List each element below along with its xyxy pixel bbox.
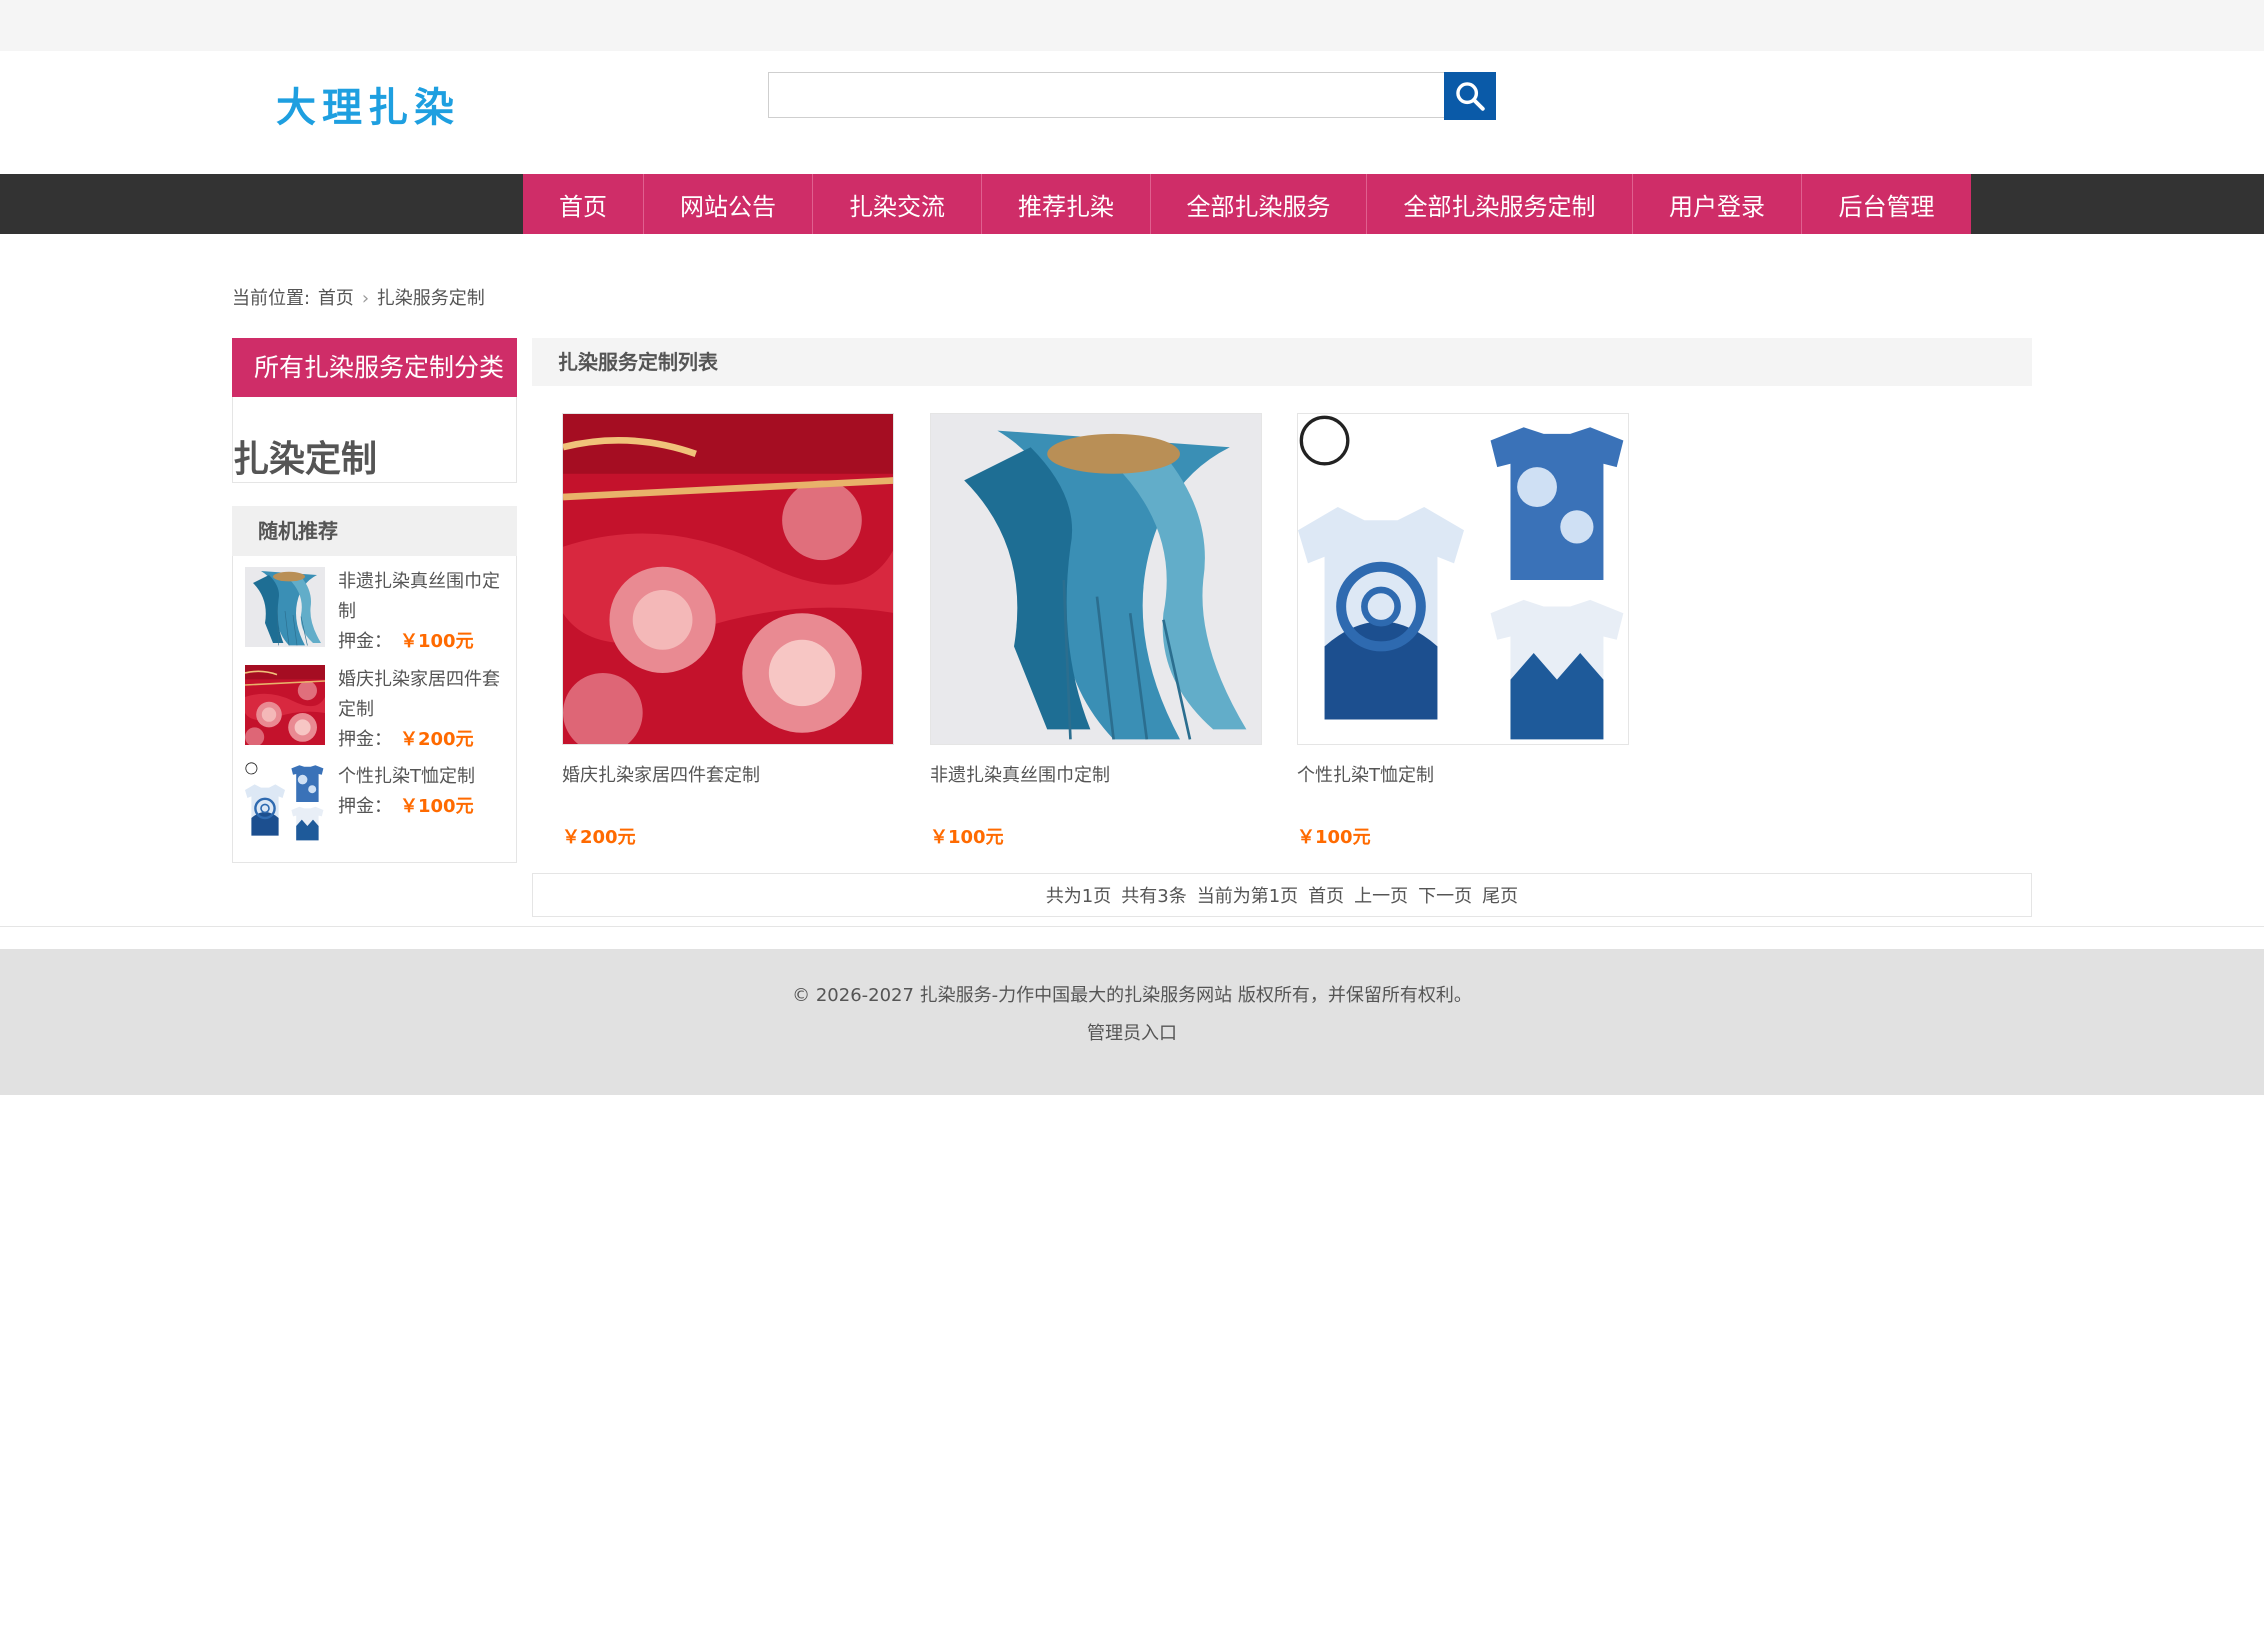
nav-item-recommended[interactable]: 推荐扎染 [982, 174, 1151, 234]
product-price: ￥200元 [562, 827, 636, 848]
search-input[interactable] [768, 72, 1444, 118]
nav-item-exchange[interactable]: 扎染交流 [813, 174, 982, 234]
recommend-thumbnail[interactable] [245, 665, 325, 745]
blue-scarf-image [931, 414, 1262, 745]
recommend-item-name[interactable]: 婚庆扎染家居四件套定制 [338, 665, 508, 725]
pagination-first[interactable]: 首页 [1308, 882, 1344, 908]
pagination-total-items: 共有3条 [1121, 886, 1187, 907]
product-card[interactable]: 个性扎染T恤定制 ￥100元 [1297, 413, 1629, 849]
breadcrumb-current: 扎染服务定制 [376, 288, 485, 309]
recommend-title: 随机推荐 [232, 506, 517, 556]
blue-scarf-image [245, 567, 325, 647]
footer-copyright: © 2026-2027 扎染服务-力作中国最大的扎染服务网站 版权所有，并保留所… [792, 985, 1472, 1006]
product-image[interactable] [930, 413, 1262, 745]
search-icon [1456, 82, 1485, 111]
content-divider [0, 926, 2264, 927]
nav-item-all-services[interactable]: 全部扎染服务 [1151, 174, 1367, 234]
nav-item-announcements[interactable]: 网站公告 [644, 174, 813, 234]
breadcrumb-prefix: 当前位置: [232, 288, 311, 309]
product-name[interactable]: 婚庆扎染家居四件套定制 [562, 761, 894, 787]
recommend-thumbnail[interactable] [245, 567, 325, 647]
pagination-last[interactable]: 尾页 [1482, 882, 1518, 908]
breadcrumb: 当前位置: 首页 › 扎染服务定制 [232, 284, 487, 310]
recommend-item-price: 押金： ￥100元 [338, 796, 474, 817]
recommend-item-price: 押金： ￥100元 [338, 631, 474, 652]
pagination-prev[interactable]: 上一页 [1354, 882, 1408, 908]
product-name[interactable]: 非遗扎染真丝围巾定制 [930, 761, 1262, 787]
recommend-item-name[interactable]: 非遗扎染真丝围巾定制 [338, 567, 508, 627]
pagination-next[interactable]: 下一页 [1418, 882, 1472, 908]
breadcrumb-home[interactable]: 首页 [318, 288, 354, 309]
pagination-current-page: 当前为第1页 [1196, 886, 1299, 907]
top-bar [0, 0, 2264, 51]
product-name[interactable]: 个性扎染T恤定制 [1297, 761, 1629, 787]
tie-dye-tshirts-image [245, 762, 325, 842]
nav-item-all-custom-services[interactable]: 全部扎染服务定制 [1367, 174, 1633, 234]
tie-dye-tshirts-image [1298, 414, 1629, 745]
list-title: 扎染服务定制列表 [532, 338, 2032, 386]
red-bedding-image [563, 414, 894, 745]
category-item-custom[interactable]: 扎染定制 [233, 430, 377, 482]
product-image[interactable] [1297, 413, 1629, 745]
recommend-item-name[interactable]: 个性扎染T恤定制 [338, 762, 508, 792]
main-nav: 首页 网站公告 扎染交流 推荐扎染 全部扎染服务 全部扎染服务定制 用户登录 后… [523, 174, 1971, 234]
admin-entry-link[interactable]: 管理员入口 [0, 1019, 2264, 1045]
pagination-total-pages: 共为1页 [1045, 886, 1112, 907]
product-image[interactable] [562, 413, 894, 745]
main-nav-bar: 首页 网站公告 扎染交流 推荐扎染 全部扎染服务 全部扎染服务定制 用户登录 后… [0, 174, 2264, 234]
category-title: 所有扎染服务定制分类 [232, 338, 517, 397]
product-price: ￥100元 [1297, 827, 1371, 848]
nav-item-home[interactable]: 首页 [523, 174, 644, 234]
red-bedding-image [245, 665, 325, 745]
pagination: 共为1页 共有3条 当前为第1页 首页 上一页 下一页 尾页 [532, 873, 2032, 917]
site-logo[interactable]: 大理扎染 [276, 78, 460, 138]
product-card[interactable]: 非遗扎染真丝围巾定制 ￥100元 [930, 413, 1262, 849]
footer: © 2026-2027 扎染服务-力作中国最大的扎染服务网站 版权所有，并保留所… [0, 949, 2264, 1095]
recommend-thumbnail[interactable] [245, 762, 325, 842]
product-price: ￥100元 [930, 827, 1004, 848]
search-button[interactable] [1444, 72, 1496, 120]
chevron-right-icon: › [361, 288, 370, 309]
nav-item-admin[interactable]: 后台管理 [1802, 174, 1971, 234]
product-card[interactable]: 婚庆扎染家居四件套定制 ￥200元 [562, 413, 894, 849]
recommend-item-price: 押金： ￥200元 [338, 729, 474, 750]
nav-item-user-login[interactable]: 用户登录 [1633, 174, 1802, 234]
